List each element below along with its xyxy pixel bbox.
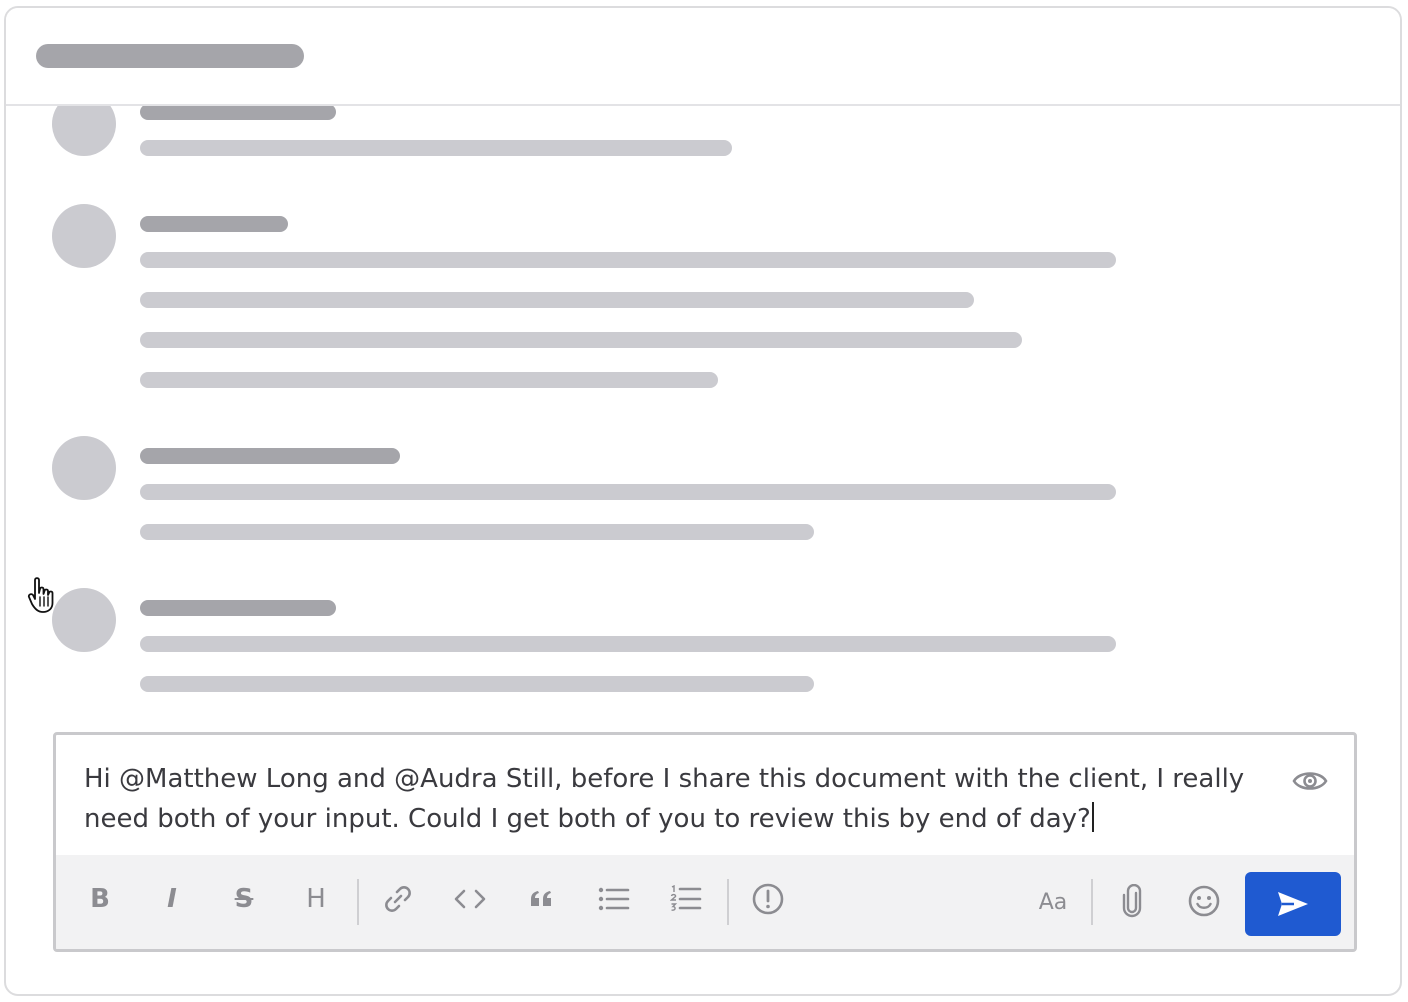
- toolbar-divider: [727, 879, 729, 925]
- quote-icon: [531, 891, 551, 906]
- quote-button[interactable]: [522, 879, 562, 919]
- strikethrough-button[interactable]: S: [224, 879, 264, 919]
- message-composer[interactable]: Hi @Matthew Long and @Audra Still, befor…: [53, 732, 1357, 952]
- bullet-list-icon: [598, 887, 630, 911]
- message-line-placeholder: [140, 292, 974, 308]
- numbered-list-icon: [670, 885, 702, 911]
- text-caret: [1091, 802, 1094, 832]
- alert-icon: [752, 883, 784, 915]
- author-name-placeholder: [140, 104, 336, 120]
- strikethrough-icon: S: [234, 884, 254, 914]
- heading-button[interactable]: H: [296, 879, 336, 919]
- code-icon: [454, 889, 486, 909]
- avatar-placeholder: [52, 436, 116, 500]
- toolbar-divider: [1091, 879, 1093, 925]
- paperclip-icon: [1122, 884, 1142, 918]
- bullet-list-button[interactable]: [594, 879, 634, 919]
- attach-button[interactable]: [1112, 881, 1152, 921]
- bold-icon: B: [90, 884, 110, 914]
- numbered-list-button[interactable]: [666, 879, 706, 919]
- message-input-text: Hi @Matthew Long and @Audra Still, befor…: [84, 764, 1245, 834]
- link-button[interactable]: [378, 879, 418, 919]
- message-line-placeholder: [140, 636, 1116, 652]
- header-title-placeholder: [36, 44, 304, 68]
- eye-icon: [1292, 772, 1328, 790]
- chat-header: [6, 8, 1400, 106]
- message-line-placeholder: [140, 252, 1116, 268]
- message-line-placeholder: [140, 332, 1022, 348]
- message-line-placeholder: [140, 676, 814, 692]
- italic-icon: I: [167, 884, 177, 914]
- message-line-placeholder: [140, 524, 814, 540]
- message-input[interactable]: Hi @Matthew Long and @Audra Still, befor…: [84, 759, 1254, 839]
- emoji-button[interactable]: [1184, 881, 1224, 921]
- author-name-placeholder: [140, 448, 400, 464]
- heading-icon: H: [306, 884, 326, 914]
- author-name-placeholder: [140, 216, 288, 232]
- message-line-placeholder: [140, 140, 732, 156]
- message-line-placeholder: [140, 484, 1116, 500]
- font-toggle-button[interactable]: Aa: [1030, 883, 1076, 923]
- link-icon: [385, 886, 411, 912]
- send-icon: [1278, 892, 1308, 916]
- font-toggle-icon: Aa: [1038, 890, 1068, 915]
- author-name-placeholder: [140, 600, 336, 616]
- emoji-icon: [1188, 885, 1220, 917]
- italic-button[interactable]: I: [152, 879, 192, 919]
- bold-button[interactable]: B: [80, 879, 120, 919]
- message-line-placeholder: [140, 372, 718, 388]
- toolbar-divider: [357, 879, 359, 925]
- send-button[interactable]: [1245, 872, 1341, 936]
- chat-window: Hi @Matthew Long and @Audra Still, befor…: [4, 6, 1402, 996]
- preview-button[interactable]: [1292, 763, 1328, 799]
- alert-button[interactable]: [748, 879, 788, 919]
- code-button[interactable]: [450, 879, 490, 919]
- formatting-toolbar: B I S H Aa: [56, 855, 1354, 949]
- avatar-placeholder: [52, 204, 116, 268]
- hand-pointer-cursor-icon: [27, 577, 54, 613]
